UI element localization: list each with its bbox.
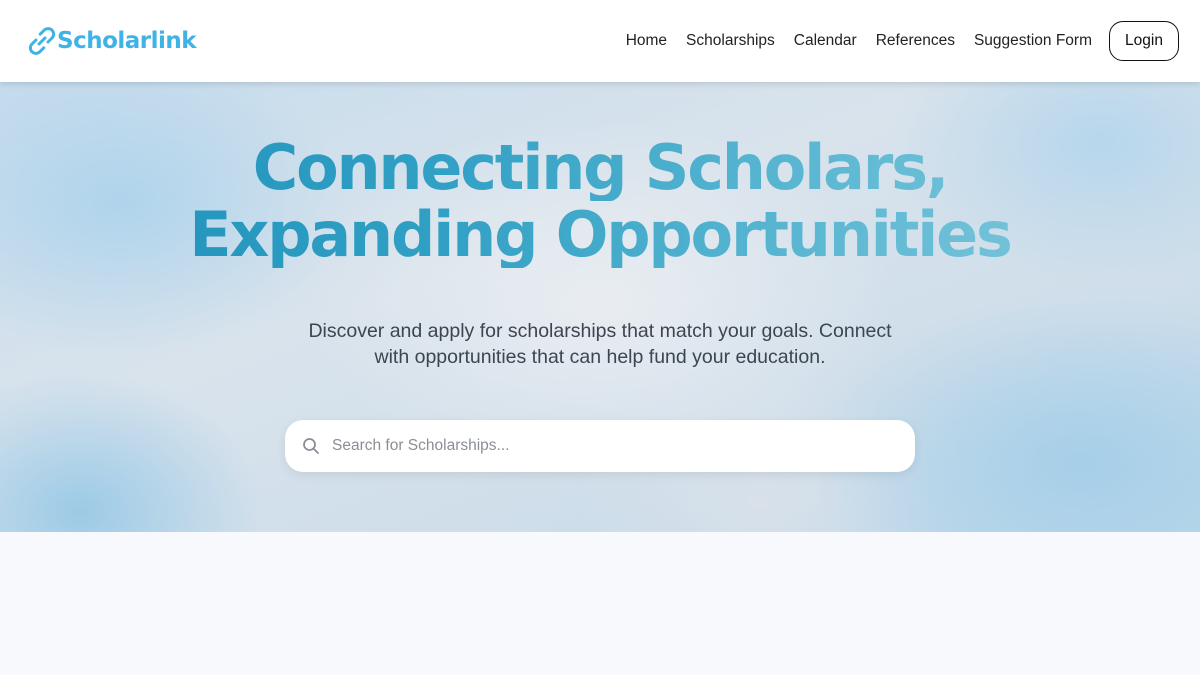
- hero-title-line-2: Expanding Opportunities: [0, 201, 1200, 268]
- search-input[interactable]: [330, 436, 894, 456]
- hero-title: Connecting Scholars, Expanding Opportuni…: [0, 134, 1200, 268]
- nav-link-suggestion-form[interactable]: Suggestion Form: [974, 32, 1092, 50]
- search-icon: [303, 438, 319, 454]
- top-navbar: Scholarlink Home Scholarships Calendar R…: [0, 0, 1200, 82]
- nav-link-calendar[interactable]: Calendar: [794, 32, 857, 50]
- login-button[interactable]: Login: [1109, 21, 1179, 61]
- scholarlink-logo[interactable]: Scholarlink: [25, 24, 197, 58]
- nav-link-references[interactable]: References: [876, 32, 955, 50]
- main-content-area: [0, 532, 1200, 675]
- hero-title-line-1: Connecting Scholars,: [0, 134, 1200, 201]
- brand-name: Scholarlink: [57, 28, 197, 54]
- nav-link-scholarships[interactable]: Scholarships: [686, 32, 775, 50]
- link-chain-icon: [28, 27, 56, 55]
- main-nav: Home Scholarships Calendar References Su…: [607, 0, 1092, 82]
- hero-section: Connecting Scholars, Expanding Opportuni…: [0, 82, 1200, 532]
- hero-subtitle: Discover and apply for scholarships that…: [308, 320, 892, 368]
- nav-link-home[interactable]: Home: [626, 32, 667, 50]
- search-bar[interactable]: [285, 420, 915, 472]
